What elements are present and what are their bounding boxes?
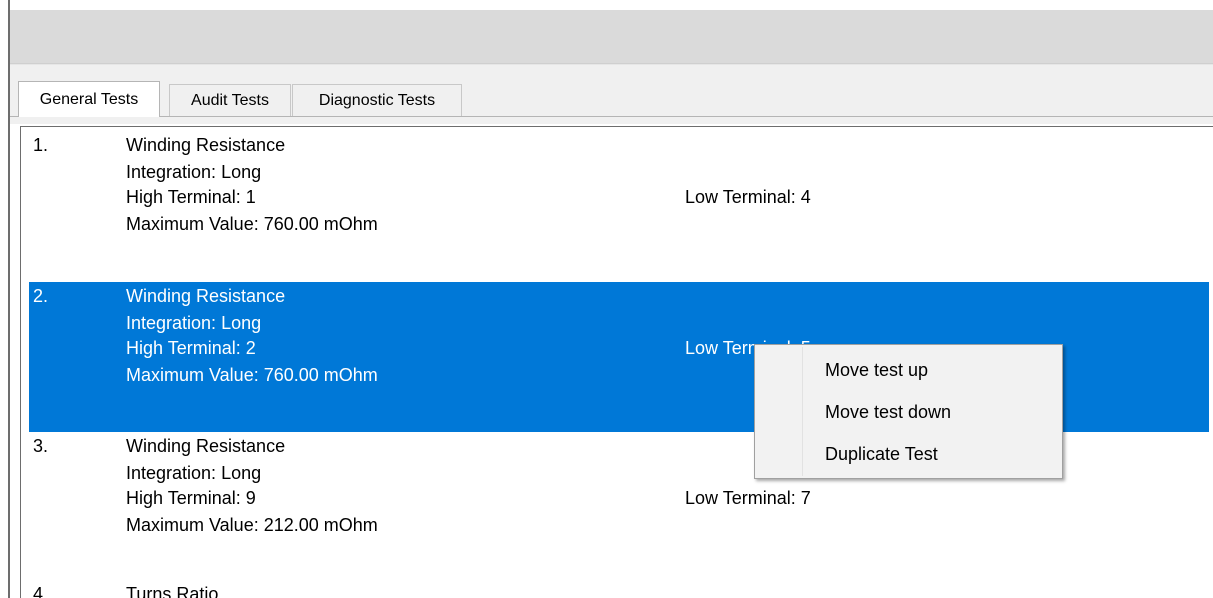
tab-strip-baseline (10, 116, 1213, 117)
move-test-up-menu-item[interactable]: Move test up (757, 350, 1060, 390)
test-high-terminal: High Terminal: 1 (126, 187, 256, 207)
test-high-terminal: High Terminal: 9 (126, 488, 256, 508)
test-integration: Integration: Long (126, 463, 262, 483)
test-name: Winding Resistance (126, 436, 286, 456)
test-name: Winding Resistance (126, 135, 286, 155)
test-item-1[interactable]: 1. Winding Resistance Integration: Long … (29, 127, 1209, 277)
test-item-4[interactable]: 4. Turns Ratio (29, 582, 1209, 598)
test-low-terminal: Low Terminal: 7 (685, 488, 811, 508)
tab-diagnostic-tests[interactable]: Diagnostic Tests (292, 84, 462, 116)
top-margin (0, 0, 1213, 10)
test-number: 1. (33, 135, 49, 155)
context-menu: Move test up Move test down Duplicate Te… (754, 344, 1063, 479)
test-integration: Integration: Long (126, 313, 262, 333)
tab-general-tests[interactable]: General Tests (18, 81, 160, 117)
test-integration: Integration: Long (126, 162, 262, 182)
test-number: 2. (33, 286, 49, 306)
test-number: 4. (33, 584, 49, 598)
test-low-terminal: Low Terminal: 4 (685, 187, 811, 207)
test-name: Turns Ratio (126, 584, 219, 598)
test-maximum-value: Maximum Value: 760.00 mOhm (126, 365, 378, 385)
test-name: Winding Resistance (126, 286, 286, 306)
toolbar-area (10, 10, 1213, 64)
move-test-down-menu-item[interactable]: Move test down (757, 392, 1060, 432)
duplicate-test-menu-item[interactable]: Duplicate Test (757, 434, 1060, 474)
test-number: 3. (33, 436, 49, 456)
test-high-terminal: High Terminal: 2 (126, 338, 256, 358)
test-maximum-value: Maximum Value: 212.00 mOhm (126, 515, 378, 535)
test-maximum-value: Maximum Value: 760.00 mOhm (126, 214, 378, 234)
tab-audit-tests[interactable]: Audit Tests (169, 84, 291, 116)
